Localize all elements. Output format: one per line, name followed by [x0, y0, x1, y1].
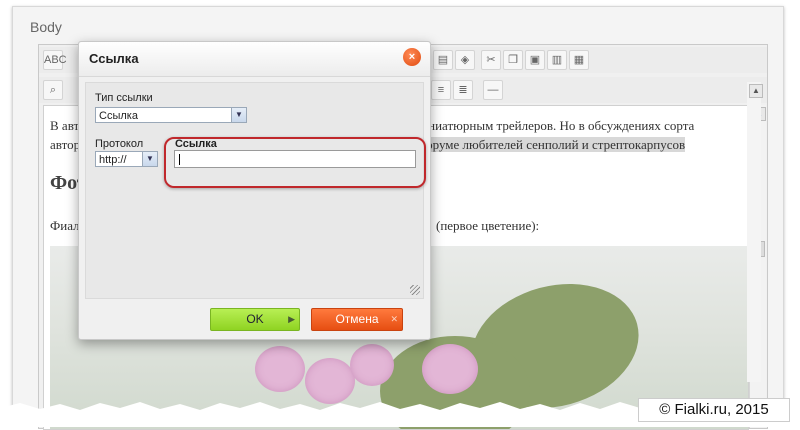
link-dialog: Ссылка × Тип ссылки Ссылка ▼ Протокол ht… [78, 41, 431, 340]
photo-flower [305, 358, 355, 404]
cancel-button[interactable]: Отмена ✕ [311, 308, 403, 331]
para1-line2-start: автор [50, 137, 81, 152]
align-right-icon[interactable]: ≡ [431, 80, 451, 100]
link-type-select[interactable]: Ссылка ▼ [95, 107, 247, 123]
copy-icon[interactable]: ❐ [503, 50, 523, 70]
protocol-label: Протокол [95, 138, 144, 150]
find-icon[interactable]: ⌕ [43, 80, 63, 100]
photo-flower [350, 344, 394, 386]
paste-text-icon[interactable]: ▥ [547, 50, 567, 70]
page-scroll-up-icon[interactable]: ▲ [749, 84, 763, 98]
special-char-icon[interactable]: ▤ [433, 50, 453, 70]
dialog-body: Тип ссылки Ссылка ▼ Протокол http:// ▼ С… [85, 82, 424, 299]
arrow-right-icon: ▶ [288, 314, 295, 324]
para1-highlighted: оруме любителей сенполий и стрептокарпус… [426, 137, 686, 152]
paragraph-2-start: Фиал [50, 218, 80, 233]
protocol-select[interactable]: http:// ▼ [95, 151, 158, 167]
cut-icon[interactable]: ✂ [481, 50, 501, 70]
resize-grip-icon[interactable] [410, 285, 420, 295]
dialog-titlebar[interactable]: Ссылка × [79, 42, 430, 77]
copyright-watermark: © Fialki.ru, 2015 [638, 398, 790, 422]
cancel-label: Отмена [335, 312, 379, 326]
link-type-value: Ссылка [99, 110, 138, 122]
chevron-down-icon: ▼ [231, 108, 246, 122]
horizontal-rule-icon[interactable]: — [483, 80, 503, 100]
paragraph-2-end: (первое цветение): [436, 218, 540, 233]
close-icon[interactable]: × [403, 48, 421, 66]
spellcheck-icon[interactable]: ABC [43, 50, 67, 70]
photo-flower [422, 344, 478, 394]
para1-end: иниатюрным трейлеров. Но в обсуждениях с… [421, 118, 695, 133]
ok-label: OK [246, 312, 264, 326]
paste-icon[interactable]: ▣ [525, 50, 545, 70]
para1-start: В авт [50, 118, 80, 133]
align-justify-icon[interactable]: ≣ [453, 80, 473, 100]
protocol-value: http:// [99, 154, 127, 166]
photo-flower [255, 346, 305, 392]
ok-button[interactable]: OK ▶ [210, 308, 300, 331]
chevron-down-icon: ▼ [142, 152, 157, 166]
dialog-title: Ссылка [89, 51, 139, 66]
body-field-label: Body [30, 19, 62, 35]
highlight-annotation [164, 137, 426, 188]
x-icon: ✕ [390, 314, 398, 324]
eraser-icon[interactable]: ◈ [455, 50, 475, 70]
link-type-label: Тип ссылки [95, 92, 153, 104]
page-scrollbar[interactable]: ▲ [747, 82, 763, 382]
paste-word-icon[interactable]: ▦ [569, 50, 589, 70]
